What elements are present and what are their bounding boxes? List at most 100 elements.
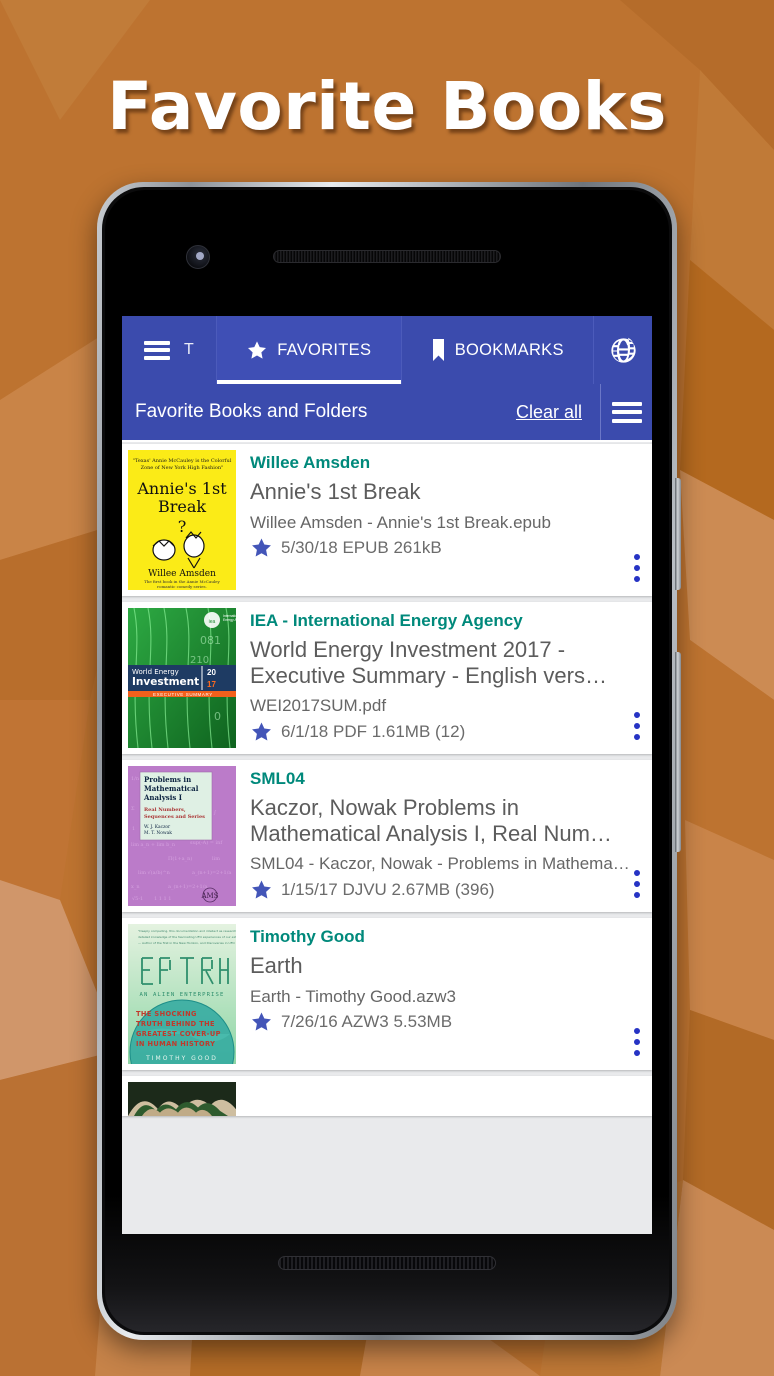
book-filename: Earth - Timothy Good.azw3 — [250, 986, 456, 1006]
book-meta-text: 6/1/18 PDF 1.61MB (12) — [281, 721, 466, 741]
book-meta-row: 6/1/18 PDF 1.61MB (12) — [250, 721, 642, 743]
tab-web[interactable] — [594, 316, 652, 384]
volume-rocker-button[interactable] — [675, 478, 681, 590]
list-item[interactable]: 1/n=2+1/n Σlim a_n + ∫ 1Σ lim a_n + lim … — [122, 760, 652, 912]
globe-icon — [610, 337, 636, 363]
overflow-menu-icon[interactable] — [634, 712, 640, 740]
list-item[interactable]: 081 210 0 iea International Energy Agenc… — [122, 602, 652, 754]
svg-text:TIMOTHY GOOD: TIMOTHY GOOD — [145, 1055, 218, 1062]
svg-text:EXECUTIVE SUMMARY: EXECUTIVE SUMMARY — [153, 692, 213, 697]
svg-text:Break: Break — [158, 497, 206, 516]
svg-text:M. T. Nowak: M. T. Nowak — [144, 831, 172, 836]
book-cover-thumbnail: 081 210 0 iea International Energy Agenc… — [128, 608, 236, 748]
hamburger-menu-icon — [611, 401, 642, 423]
favorite-star-icon[interactable] — [250, 721, 273, 743]
favorites-list[interactable]: "Texas' Annie McCauley is the Colorful Z… — [122, 442, 652, 1234]
book-author: Willee Amsden — [250, 453, 371, 472]
svg-text:Energy Agency: Energy Agency — [223, 618, 236, 622]
book-meta-row: 7/26/16 AZW3 5.53MB — [250, 1011, 642, 1033]
svg-text:1/n: 1/n — [131, 776, 140, 782]
svg-text:GREATEST COVER-UP: GREATEST COVER-UP — [136, 1030, 221, 1038]
book-meta-text: 5/30/18 EPUB 261kB — [281, 538, 442, 558]
app-screen: T FAVORITES BOOKMARKS Favorite Books and… — [122, 316, 652, 1234]
book-cover-thumbnail: 1/n=2+1/n Σlim a_n + ∫ 1Σ lim a_n + lim … — [128, 766, 236, 906]
tab-favorites-label: FAVORITES — [277, 340, 372, 359]
svg-text:0: 0 — [214, 710, 221, 723]
svg-text:Σ: Σ — [131, 806, 135, 812]
list-item[interactable]: "Deeply compelling, this documentation a… — [122, 918, 652, 1070]
list-item[interactable] — [122, 1076, 652, 1116]
tab-favorites[interactable]: FAVORITES — [217, 316, 402, 384]
svg-text:lim: lim — [212, 856, 220, 862]
favorite-star-icon[interactable] — [250, 537, 273, 559]
book-title: World Energy Investment 2017 - Executive… — [250, 637, 607, 688]
svg-text:Real Numbers,: Real Numbers, — [144, 807, 186, 813]
book-filename: WEI2017SUM.pdf — [250, 696, 387, 716]
hamburger-menu-icon — [143, 340, 170, 360]
phone-screen-glass: T FAVORITES BOOKMARKS Favorite Books and… — [105, 190, 669, 1332]
svg-text:"Deeply compelling, this docum: "Deeply compelling, this documentation a… — [138, 929, 236, 933]
svg-text:AN ALIEN ENTERPRISE: AN ALIEN ENTERPRISE — [140, 992, 225, 998]
svg-text:a_(n+1)=2+1/a: a_(n+1)=2+1/a — [192, 869, 231, 876]
sidebar-menu-tab[interactable]: T — [122, 316, 217, 384]
book-filename: SML04 - Kaczor, Nowak - Problems in Math… — [250, 854, 630, 874]
star-icon — [248, 340, 267, 359]
book-title: Kaczor, Nowak Problems in Mathematical A… — [250, 795, 612, 846]
overflow-menu-icon[interactable] — [634, 1028, 640, 1056]
svg-text:— Author of the first in the N: — Author of the first in the New Horizon… — [138, 941, 236, 945]
list-options-button[interactable] — [600, 384, 652, 440]
book-meta-text: 1/15/17 DJVU 2.67MB (396) — [281, 879, 495, 899]
book-author: Timothy Good — [250, 927, 365, 946]
svg-text:AMS: AMS — [200, 892, 218, 900]
svg-text:Π(1+a_n): Π(1+a_n) — [168, 855, 192, 862]
book-meta-text: 7/26/16 AZW3 5.53MB — [281, 1012, 453, 1032]
book-cover-thumbnail: "Texas' Annie McCauley is the Colorful Z… — [128, 450, 236, 590]
svg-text:TRUTH BEHIND THE: TRUTH BEHIND THE — [136, 1020, 215, 1028]
svg-text:"Texas' Annie McCauley is the: "Texas' Annie McCauley is the Colorful — [133, 458, 232, 464]
book-meta-row: 1/15/17 DJVU 2.67MB (396) — [250, 879, 642, 901]
book-meta-row: 5/30/18 EPUB 261kB — [250, 537, 642, 559]
clear-all-button[interactable]: Clear all — [516, 402, 600, 423]
book-cover-thumbnail: "Deeply compelling, this documentation a… — [128, 924, 236, 1064]
svg-text:romantic comedy series.: romantic comedy series. — [157, 584, 207, 589]
bottom-speaker — [278, 1256, 496, 1270]
tab-bar: T FAVORITES BOOKMARKS — [122, 316, 652, 384]
subheader-title: Favorite Books and Folders — [135, 401, 368, 422]
svg-text:Zone of New York High Fashion": Zone of New York High Fashion" — [141, 465, 224, 471]
book-title: Earth — [250, 953, 303, 979]
svg-text:Problems in: Problems in — [144, 775, 191, 784]
bookmark-icon — [432, 339, 444, 361]
phone-mockup: T FAVORITES BOOKMARKS Favorite Books and… — [97, 182, 681, 1340]
power-button[interactable] — [675, 652, 681, 852]
svg-text:√5-1: √5-1 — [132, 896, 143, 902]
favorite-star-icon[interactable] — [250, 1011, 273, 1033]
svg-text:Analysis I: Analysis I — [143, 793, 182, 802]
svg-text:lim a_n + lim b_n: lim a_n + lim b_n — [131, 842, 176, 848]
svg-text:THE SHOCKING: THE SHOCKING — [136, 1010, 197, 1018]
svg-text:x_n: x_n — [131, 884, 140, 890]
favorite-star-icon[interactable] — [250, 879, 273, 901]
overflow-menu-icon[interactable] — [634, 554, 640, 582]
list-item[interactable]: "Texas' Annie McCauley is the Colorful Z… — [122, 444, 652, 596]
overflow-menu-icon[interactable] — [634, 870, 640, 898]
list-subheader: Favorite Books and Folders Clear all — [122, 384, 652, 442]
svg-text:081: 081 — [200, 634, 221, 647]
svg-text:1: 1 — [132, 826, 135, 832]
svg-text:Investment: Investment — [132, 676, 199, 688]
svg-text:W. J. Kaczor: W. J. Kaczor — [144, 825, 171, 830]
svg-text:17: 17 — [207, 680, 216, 689]
tab-bookmarks[interactable]: BOOKMARKS — [402, 316, 594, 384]
svg-text:210: 210 — [190, 655, 209, 666]
svg-text:IN HUMAN HISTORY: IN HUMAN HISTORY — [136, 1040, 215, 1048]
svg-text:Willee Amsden: Willee Amsden — [148, 569, 216, 579]
book-filename: Willee Amsden - Annie's 1st Break.epub — [250, 512, 551, 532]
svg-text:20: 20 — [207, 668, 216, 677]
svg-text:Annie's 1st: Annie's 1st — [136, 479, 227, 498]
svg-text:World Energy: World Energy — [132, 668, 179, 676]
promo-stage: Favorite Books T FAVORITES BOOKMARKS Fav… — [0, 0, 774, 1376]
svg-text:Mathematical: Mathematical — [144, 784, 199, 793]
svg-text:lim √(a/b)^n: lim √(a/b)^n — [138, 869, 171, 876]
book-author: IEA - International Energy Agency — [250, 611, 523, 630]
earpiece-speaker — [273, 250, 501, 263]
book-cover-thumbnail — [128, 1082, 236, 1116]
